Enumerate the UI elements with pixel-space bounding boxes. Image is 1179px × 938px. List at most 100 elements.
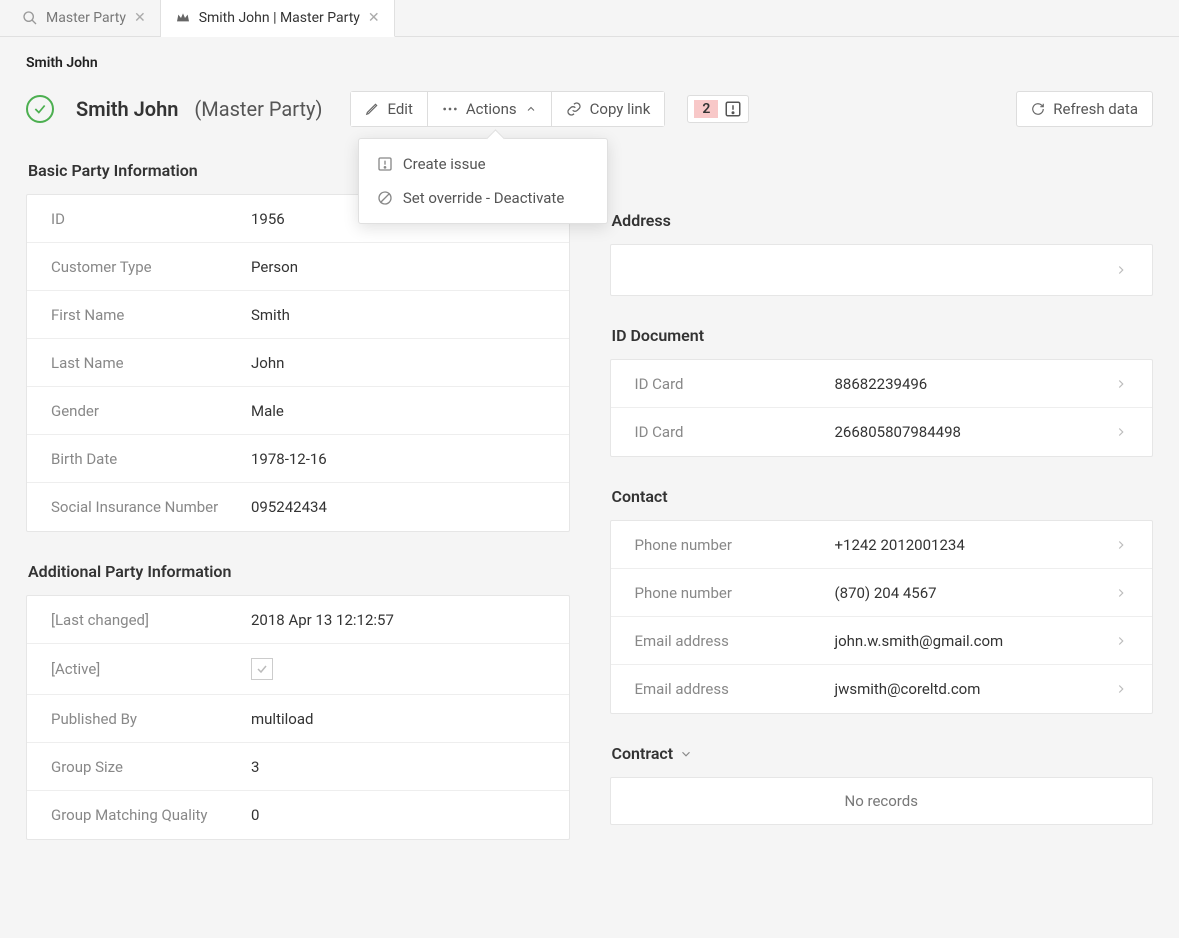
address-card[interactable] xyxy=(610,244,1154,296)
tab-smith-john[interactable]: Smith John | Master Party ✕ xyxy=(161,0,395,37)
field-label: ID xyxy=(51,210,251,228)
chevron-down-icon xyxy=(679,747,693,761)
close-icon[interactable]: ✕ xyxy=(134,10,146,26)
actions-dropdown: Create issue Set override - Deactivate xyxy=(358,138,608,224)
field-label: Phone number xyxy=(635,536,835,554)
basic-info-table: ID1956 Customer TypePerson First NameSmi… xyxy=(26,194,570,532)
table-row: Social Insurance Number095242434 xyxy=(27,483,569,531)
alert-icon xyxy=(377,156,393,172)
close-icon[interactable]: ✕ xyxy=(368,10,380,26)
field-value: 1978-12-16 xyxy=(251,450,327,468)
header-row: Smith John (Master Party) Edit Actions xyxy=(26,91,1153,127)
table-row[interactable]: ID Card 266805807984498 xyxy=(611,408,1153,456)
tab-label: Master Party xyxy=(46,10,126,26)
field-value: (870) 204 4567 xyxy=(835,584,937,602)
field-value: john.w.smith@gmail.com xyxy=(835,632,1004,650)
actions-button[interactable]: Actions xyxy=(428,92,552,126)
issues-indicator[interactable]: 2 xyxy=(687,95,749,123)
field-value: 3 xyxy=(251,758,259,776)
field-label: Email address xyxy=(635,632,835,650)
chevron-right-icon xyxy=(1114,263,1128,277)
breadcrumb: Smith John xyxy=(26,55,1153,71)
field-label: Social Insurance Number xyxy=(51,498,251,516)
field-label: Birth Date xyxy=(51,450,251,468)
refresh-label: Refresh data xyxy=(1053,100,1138,118)
section-title-additional: Additional Party Information xyxy=(28,562,570,581)
table-row: GenderMale xyxy=(27,387,569,435)
entity-type: (Master Party) xyxy=(194,97,322,121)
table-row: Last NameJohn xyxy=(27,339,569,387)
chevron-right-icon xyxy=(1114,586,1128,600)
table-row: [Active] xyxy=(27,644,569,695)
field-value: Person xyxy=(251,258,298,276)
refresh-icon xyxy=(1031,102,1045,116)
field-value: 266805807984498 xyxy=(835,423,961,441)
table-row: Group Size3 xyxy=(27,743,569,791)
contract-no-records: No records xyxy=(610,777,1154,825)
table-row: Birth Date1978-12-16 xyxy=(27,435,569,483)
field-label: Phone number xyxy=(635,584,835,602)
dots-icon xyxy=(442,106,458,112)
table-row[interactable]: ID Card 88682239496 xyxy=(611,360,1153,408)
field-label: Email address xyxy=(635,680,835,698)
table-row: [Last changed]2018 Apr 13 12:12:57 xyxy=(27,596,569,644)
menu-label: Create issue xyxy=(403,155,486,173)
contract-title-text: Contract xyxy=(612,744,674,763)
field-label: First Name xyxy=(51,306,251,324)
field-label: Gender xyxy=(51,402,251,420)
checkbox-checked-icon xyxy=(251,658,273,680)
primary-actions-group: Edit Actions xyxy=(350,91,665,127)
table-row: Published Bymultiload xyxy=(27,695,569,743)
field-label: ID Card xyxy=(635,423,835,441)
field-label: Group Size xyxy=(51,758,251,776)
right-column: Address ID Document ID Card 88682239496 … xyxy=(610,155,1154,870)
tab-master-party[interactable]: Master Party ✕ xyxy=(8,0,161,36)
section-title-id-document: ID Document xyxy=(612,326,1154,345)
refresh-button[interactable]: Refresh data xyxy=(1016,91,1153,127)
table-row[interactable]: Email address john.w.smith@gmail.com xyxy=(611,617,1153,665)
table-row: First NameSmith xyxy=(27,291,569,339)
field-label: Customer Type xyxy=(51,258,251,276)
actions-label: Actions xyxy=(466,100,517,118)
link-icon xyxy=(566,101,582,117)
copy-link-button[interactable]: Copy link xyxy=(552,92,665,126)
field-value: Smith xyxy=(251,306,290,324)
section-title-contract[interactable]: Contract xyxy=(612,744,1154,763)
search-icon xyxy=(22,10,38,26)
menu-create-issue[interactable]: Create issue xyxy=(359,147,607,181)
contact-table: Phone number +1242 2012001234 Phone numb… xyxy=(610,520,1154,714)
menu-set-override[interactable]: Set override - Deactivate xyxy=(359,181,607,215)
field-label: [Last changed] xyxy=(51,611,251,629)
section-title-contact: Contact xyxy=(612,487,1154,506)
field-label: [Active] xyxy=(51,660,251,678)
field-value: 2018 Apr 13 12:12:57 xyxy=(251,611,394,629)
field-label: Last Name xyxy=(51,354,251,372)
field-value: multiload xyxy=(251,710,313,728)
table-row: Customer TypePerson xyxy=(27,243,569,291)
field-value: 095242434 xyxy=(251,498,327,516)
field-value: jwsmith@coreltd.com xyxy=(835,680,981,698)
field-value: 1956 xyxy=(251,210,285,228)
tabs-bar: Master Party ✕ Smith John | Master Party… xyxy=(0,0,1179,37)
ban-icon xyxy=(377,190,393,206)
status-check-icon xyxy=(26,95,54,123)
copy-link-label: Copy link xyxy=(590,100,651,118)
table-row[interactable]: Phone number +1242 2012001234 xyxy=(611,521,1153,569)
table-row[interactable]: Email address jwsmith@coreltd.com xyxy=(611,665,1153,713)
section-title-address: Address xyxy=(612,211,1154,230)
chevron-right-icon xyxy=(1114,634,1128,648)
chevron-right-icon xyxy=(1114,538,1128,552)
field-label: Group Matching Quality xyxy=(51,806,251,824)
table-row: Group Matching Quality0 xyxy=(27,791,569,839)
edit-button[interactable]: Edit xyxy=(351,92,427,126)
tab-label: Smith John | Master Party xyxy=(199,10,360,26)
field-value xyxy=(251,658,273,680)
menu-label: Set override - Deactivate xyxy=(403,189,564,207)
id-document-table: ID Card 88682239496 ID Card 266805807984… xyxy=(610,359,1154,457)
field-value: 0 xyxy=(251,806,259,824)
additional-info-table: [Last changed]2018 Apr 13 12:12:57 [Acti… xyxy=(26,595,570,840)
pencil-icon xyxy=(365,102,379,116)
table-row[interactable]: Phone number (870) 204 4567 xyxy=(611,569,1153,617)
chevron-right-icon xyxy=(1114,682,1128,696)
chevron-right-icon xyxy=(1114,377,1128,391)
